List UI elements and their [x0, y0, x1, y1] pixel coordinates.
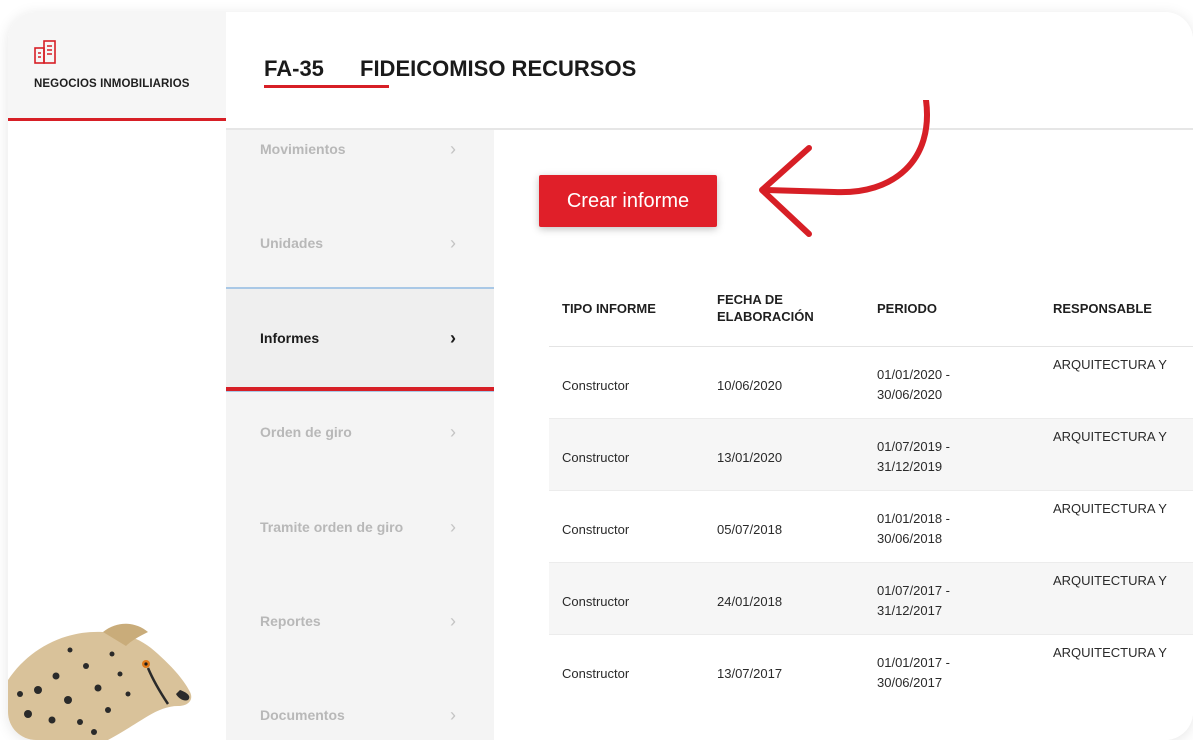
column-header-tipo[interactable]: TIPO INFORME [549, 300, 717, 317]
chevron-right-icon: › [450, 138, 456, 159]
nav-item-label: Documentos [260, 707, 345, 723]
cell-fecha: 13/07/2017 [717, 666, 783, 681]
table-row[interactable]: Constructor 13/07/2017 01/01/2017 - 30/06… [549, 635, 1193, 706]
cell-responsable: ARQUITECTURA Y [1053, 501, 1167, 516]
cell-tipo: Constructor [562, 522, 630, 537]
periodo-end: 30/06/2017 [877, 674, 943, 690]
periodo-end: 31/12/2017 [877, 602, 943, 618]
cell-periodo: 01/07/2019 - 31/12/2019 [877, 419, 1053, 490]
cell-responsable: ARQUITECTURA Y [1053, 573, 1167, 588]
nav-item-label: Informes [260, 330, 320, 346]
table-row[interactable]: Constructor 10/06/2020 01/01/2020 - 30/06… [549, 347, 1193, 419]
nav-item-label: Tramite orden de giro [260, 519, 404, 535]
cell-periodo: 01/07/2017 - 31/12/2017 [877, 563, 1053, 634]
table-header: TIPO INFORME FECHA DE ELABORACIÓN PERIOD… [549, 270, 1193, 347]
nav-item-tramite-orden-de-giro[interactable]: Tramite orden de giro › [226, 480, 494, 574]
nav-item-label: Movimientos [260, 141, 346, 157]
table-row[interactable]: Constructor 05/07/2018 01/01/2018 - 30/06… [549, 491, 1193, 563]
nav-item-label: Reportes [260, 613, 321, 629]
cell-responsable: ARQUITECTURA Y [1053, 429, 1167, 444]
cell-tipo: Constructor [562, 594, 630, 609]
pointer-arrow-icon [759, 100, 930, 237]
periodo-end: 31/12/2019 [877, 458, 943, 474]
periodo-start: 01/01/2018 - [877, 510, 951, 526]
app-window: NEGOCIOS INMOBILIARIOS FA-35 FIDEICOMISO… [8, 12, 1193, 740]
nav-item-label: Unidades [260, 235, 324, 251]
create-report-button[interactable]: Crear informe [539, 175, 717, 227]
building-icon [34, 40, 56, 64]
cell-tipo: Constructor [562, 378, 630, 393]
nav-item-documentos[interactable]: Documentos › [226, 668, 494, 740]
chevron-right-icon: › [450, 232, 456, 253]
chevron-right-icon: › [450, 327, 456, 348]
side-navigation: Movimientos › Unidades › Informes › Orde… [226, 130, 494, 740]
main-content: Crear informe TIPO INFORME FECHA DE ELAB… [494, 100, 1193, 740]
nav-item-reportes[interactable]: Reportes › [226, 574, 494, 668]
cell-tipo: Constructor [562, 450, 630, 465]
cell-responsable: ARQUITECTURA Y [1053, 645, 1167, 660]
column-header-periodo[interactable]: PERIODO [877, 300, 1053, 317]
periodo-end: 30/06/2020 [877, 386, 943, 402]
cell-responsable: ARQUITECTURA Y [1053, 357, 1167, 372]
chevron-right-icon: › [450, 610, 456, 631]
cell-periodo: 01/01/2017 - 30/06/2017 [877, 635, 1053, 706]
nav-item-label: Orden de giro [260, 424, 352, 440]
brand-panel: NEGOCIOS INMOBILIARIOS [8, 12, 227, 740]
nav-item-informes[interactable]: Informes › [226, 287, 494, 391]
reports-table: TIPO INFORME FECHA DE ELABORACIÓN PERIOD… [549, 270, 1193, 706]
page-title: FIDEICOMISO RECURSOS [360, 56, 637, 81]
nav-item-orden-de-giro[interactable]: Orden de giro › [226, 385, 494, 479]
periodo-start: 01/07/2017 - [877, 582, 951, 598]
cell-tipo: Constructor [562, 666, 630, 681]
periodo-start: 01/07/2019 - [877, 438, 951, 454]
nav-item-movimientos[interactable]: Movimientos › [226, 102, 494, 196]
table-row[interactable]: Constructor 13/01/2020 01/07/2019 - 31/12… [549, 419, 1193, 491]
cell-periodo: 01/01/2018 - 30/06/2018 [877, 491, 1053, 562]
cell-fecha: 24/01/2018 [717, 594, 783, 609]
chevron-right-icon: › [450, 421, 456, 442]
table-row[interactable]: Constructor 24/01/2018 01/07/2017 - 31/12… [549, 563, 1193, 635]
column-header-fecha[interactable]: FECHA DE ELABORACIÓN [717, 291, 877, 325]
nav-item-unidades[interactable]: Unidades › [226, 196, 494, 290]
periodo-start: 01/01/2017 - [877, 654, 951, 670]
periodo-end: 30/06/2018 [877, 530, 943, 546]
brand-header[interactable]: NEGOCIOS INMOBILIARIOS [8, 12, 226, 121]
brand-name: NEGOCIOS INMOBILIARIOS [34, 78, 190, 90]
cheetah-mascot-image [8, 623, 192, 740]
chevron-right-icon: › [450, 704, 456, 725]
periodo-start: 01/01/2020 - [877, 366, 951, 382]
chevron-right-icon: › [450, 516, 456, 537]
cell-fecha: 13/01/2020 [717, 450, 783, 465]
title-underline [264, 85, 389, 88]
fideicomiso-code: FA-35 [264, 56, 324, 81]
cell-fecha: 10/06/2020 [717, 378, 783, 393]
column-header-responsable[interactable]: RESPONSABLE [1053, 300, 1193, 317]
cell-fecha: 05/07/2018 [717, 522, 783, 537]
cell-periodo: 01/01/2020 - 30/06/2020 [877, 347, 1053, 418]
